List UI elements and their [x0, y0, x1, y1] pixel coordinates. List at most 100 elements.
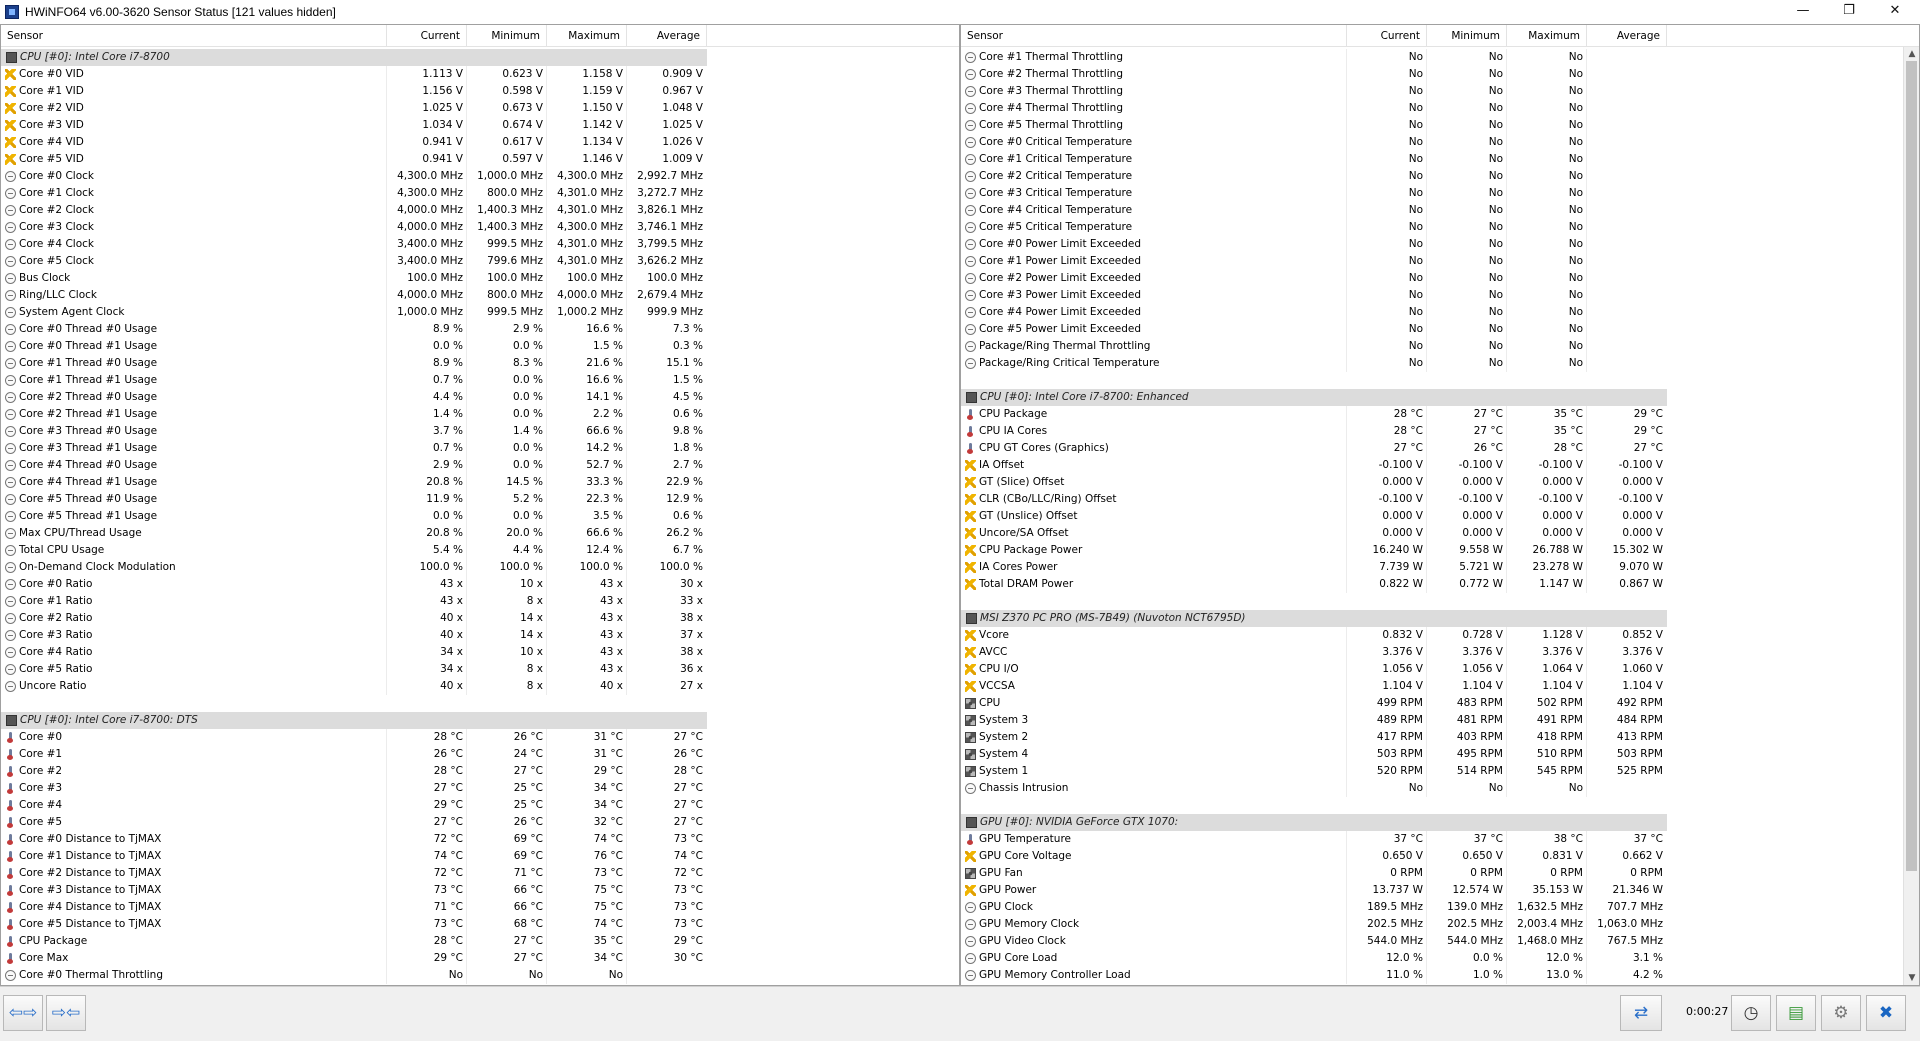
sensor-row[interactable]: Core #3 Power Limit Exceeded No No No — [961, 287, 1919, 304]
sensor-row[interactable]: Core #0 Power Limit Exceeded No No No — [961, 236, 1919, 253]
sensor-row[interactable]: Package/Ring Thermal Throttling No No No — [961, 338, 1919, 355]
sensor-row[interactable]: Core #1 Critical Temperature No No No — [961, 151, 1919, 168]
sensor-panel-left[interactable]: Sensor Current Minimum Maximum Average C… — [0, 24, 960, 986]
sensor-row[interactable]: Core #1 VID 1.156 V 0.598 V 1.159 V 0.967 V — [1, 83, 959, 100]
sensor-row[interactable]: GPU Core Load 12.0 % 0.0 % 12.0 % 3.1 % — [961, 950, 1919, 967]
sensor-row[interactable]: Core #2 Thermal Throttling No No No — [961, 66, 1919, 83]
sensor-row[interactable]: Core #4 29 °C 25 °C 34 °C 27 °C — [1, 797, 959, 814]
sensor-row[interactable]: System 2 417 RPM 403 RPM 418 RPM 413 RPM — [961, 729, 1919, 746]
column-minimum[interactable]: Minimum — [1427, 25, 1507, 47]
sensor-row[interactable]: On-Demand Clock Modulation 100.0 % 100.0 %… — [1, 559, 959, 576]
sensor-row[interactable]: GPU Memory Controller Load 11.0 % 1.0 % 13.… — [961, 967, 1919, 984]
sensor-row[interactable]: CPU Package 28 °C 27 °C 35 °C 29 °C — [1, 933, 959, 950]
sensor-row[interactable]: Core #0 Ratio 43 x 10 x 43 x 30 x — [1, 576, 959, 593]
sensor-row[interactable]: System 1 520 RPM 514 RPM 545 RPM 525 RPM — [961, 763, 1919, 780]
sensor-row[interactable]: Total CPU Usage 5.4 % 4.4 % 12.4 % 6.7 % — [1, 542, 959, 559]
sensor-row[interactable]: Chassis Intrusion No No No — [961, 780, 1919, 797]
clock-reset-button[interactable]: ◷ — [1731, 995, 1771, 1031]
sensor-row[interactable]: Core #3 Thread #1 Usage 0.7 % 0.0 % 14.2 % 1… — [1, 440, 959, 457]
sensor-row[interactable]: Core #0 28 °C 26 °C 31 °C 27 °C — [1, 729, 959, 746]
column-current[interactable]: Current — [387, 25, 467, 47]
sensor-row[interactable]: Core #2 Clock 4,000.0 MHz 1,400.3 MHz 4,301… — [1, 202, 959, 219]
sensor-row[interactable]: IA Cores Power 7.739 W 5.721 W 23.278 W 9.07… — [961, 559, 1919, 576]
sensor-row[interactable]: Core #2 Critical Temperature No No No — [961, 168, 1919, 185]
sensor-row[interactable]: GPU Fan 0 RPM 0 RPM 0 RPM 0 RPM — [961, 865, 1919, 882]
sensor-row[interactable]: Core #3 27 °C 25 °C 34 °C 27 °C — [1, 780, 959, 797]
sensor-row[interactable]: Core #1 Ratio 43 x 8 x 43 x 33 x — [1, 593, 959, 610]
scroll-down-arrow-icon[interactable]: ▼ — [1904, 971, 1919, 985]
sensor-row[interactable]: Core #1 Thermal Throttling No No No — [961, 49, 1919, 66]
sensor-row[interactable]: Core #5 Thread #1 Usage 0.0 % 0.0 % 3.5 % 0.… — [1, 508, 959, 525]
sensor-row[interactable]: Total DRAM Power 0.822 W 0.772 W 1.147 W 0.8… — [961, 576, 1919, 593]
sensor-group-header[interactable]: GPU [#0]: NVIDIA GeForce GTX 1070: — [961, 814, 1667, 831]
sensor-row[interactable]: System 4 503 RPM 495 RPM 510 RPM 503 RPM — [961, 746, 1919, 763]
sensor-row[interactable]: Package/Ring Critical Temperature No No No — [961, 355, 1919, 372]
sensor-row[interactable]: Core #4 Thermal Throttling No No No — [961, 100, 1919, 117]
sensor-row[interactable]: Core #4 VID 0.941 V 0.617 V 1.134 V 1.026 V — [1, 134, 959, 151]
sensor-row[interactable]: AVCC 3.376 V 3.376 V 3.376 V 3.376 V — [961, 644, 1919, 661]
sensor-row[interactable]: Vcore 0.832 V 0.728 V 1.128 V 0.852 V — [961, 627, 1919, 644]
sensor-row[interactable]: Core #0 Distance to TjMAX 72 °C 69 °C 74 °C… — [1, 831, 959, 848]
sensor-row[interactable]: GT (Slice) Offset 0.000 V 0.000 V 0.000 V 0.… — [961, 474, 1919, 491]
sensor-row[interactable]: Core #0 Thread #1 Usage 0.0 % 0.0 % 1.5 % 0.… — [1, 338, 959, 355]
sensor-row[interactable]: GPU Video Clock 544.0 MHz 544.0 MHz 1,468.0… — [961, 933, 1919, 950]
sensor-row[interactable]: CPU I/O 1.056 V 1.056 V 1.064 V 1.060 V — [961, 661, 1919, 678]
sensor-row[interactable]: Core #4 Thread #0 Usage 2.9 % 0.0 % 52.7 % 2… — [1, 457, 959, 474]
sensor-row[interactable]: Core #1 Thread #1 Usage 0.7 % 0.0 % 16.6 % 1… — [1, 372, 959, 389]
sensor-row[interactable]: Core #5 Power Limit Exceeded No No No — [961, 321, 1919, 338]
sensor-row[interactable]: Uncore/SA Offset 0.000 V 0.000 V 0.000 V 0.0… — [961, 525, 1919, 542]
column-sensor[interactable]: Sensor — [961, 25, 1347, 47]
sensor-row[interactable]: Core #1 Distance to TjMAX 74 °C 69 °C 76 °C… — [1, 848, 959, 865]
sensor-row[interactable]: Core #3 VID 1.034 V 0.674 V 1.142 V 1.025 V — [1, 117, 959, 134]
sensor-row[interactable]: Core #4 Thread #1 Usage 20.8 % 14.5 % 33.3 … — [1, 474, 959, 491]
sensor-row[interactable]: Core #3 Distance to TjMAX 73 °C 66 °C 75 °C… — [1, 882, 959, 899]
sensor-row[interactable]: GPU Power 13.737 W 12.574 W 35.153 W 21.346 … — [961, 882, 1919, 899]
sensor-row[interactable]: System Agent Clock 1,000.0 MHz 999.5 MHz 1,… — [1, 304, 959, 321]
sensor-row[interactable]: Core #1 Thread #0 Usage 8.9 % 8.3 % 21.6 % 1… — [1, 355, 959, 372]
sensor-row[interactable]: Core #3 Critical Temperature No No No — [961, 185, 1919, 202]
sensor-row[interactable]: Core #5 VID 0.941 V 0.597 V 1.146 V 1.009 V — [1, 151, 959, 168]
sensor-row[interactable]: CPU 499 RPM 483 RPM 502 RPM 492 RPM — [961, 695, 1919, 712]
sensor-row[interactable]: Core #0 VID 1.113 V 0.623 V 1.158 V 0.909 V — [1, 66, 959, 83]
minimize-button[interactable]: — — [1780, 0, 1826, 23]
sensor-row[interactable]: Core #5 Clock 3,400.0 MHz 799.6 MHz 4,301.0… — [1, 253, 959, 270]
sensor-row[interactable]: CPU Package 28 °C 27 °C 35 °C 29 °C — [961, 406, 1919, 423]
sensor-group-header[interactable]: MSI Z370 PC PRO (MS-7B49) (Nuvoton NCT67… — [961, 610, 1667, 627]
sensor-row[interactable]: Core #0 Clock 4,300.0 MHz 1,000.0 MHz 4,300… — [1, 168, 959, 185]
sensor-row[interactable]: Core #5 Distance to TjMAX 73 °C 68 °C 74 °C… — [1, 916, 959, 933]
expand-columns-button[interactable]: ⇦⇨ — [3, 995, 43, 1031]
sensor-row[interactable]: VCCSA 1.104 V 1.104 V 1.104 V 1.104 V — [961, 678, 1919, 695]
column-current[interactable]: Current — [1347, 25, 1427, 47]
sensor-row[interactable]: Core #3 Clock 4,000.0 MHz 1,400.3 MHz 4,300… — [1, 219, 959, 236]
sensor-group-header[interactable]: CPU [#0]: Intel Core i7-8700 — [1, 49, 707, 66]
exit-button[interactable]: ✖ — [1866, 995, 1906, 1031]
sensor-row[interactable]: Core #3 Ratio 40 x 14 x 43 x 37 x — [1, 627, 959, 644]
column-maximum[interactable]: Maximum — [1507, 25, 1587, 47]
close-button[interactable]: ✕ — [1872, 0, 1918, 23]
collapse-columns-button[interactable]: ⇨⇦ — [46, 995, 86, 1031]
sensor-row[interactable]: Core Max 29 °C 27 °C 34 °C 30 °C — [1, 950, 959, 967]
sensor-row[interactable]: Core #1 26 °C 24 °C 31 °C 26 °C — [1, 746, 959, 763]
sensor-row[interactable]: Core #5 27 °C 26 °C 32 °C 27 °C — [1, 814, 959, 831]
sensor-row[interactable]: GPU Temperature 37 °C 37 °C 38 °C 37 °C — [961, 831, 1919, 848]
sensor-row[interactable]: Core #3 Thread #0 Usage 3.7 % 1.4 % 66.6 % 9… — [1, 423, 959, 440]
sensor-row[interactable]: Core #3 Thermal Throttling No No No — [961, 83, 1919, 100]
sensor-row[interactable]: CPU Package Power 16.240 W 9.558 W 26.788 W… — [961, 542, 1919, 559]
sensor-row[interactable]: CLR (CBo/LLC/Ring) Offset -0.100 V -0.100 … — [961, 491, 1919, 508]
sensor-row[interactable]: Core #2 Power Limit Exceeded No No No — [961, 270, 1919, 287]
restore-button[interactable]: ❐ — [1826, 0, 1872, 23]
sensor-row[interactable]: Uncore Ratio 40 x 8 x 40 x 27 x — [1, 678, 959, 695]
sensor-row[interactable]: GPU Memory Clock 202.5 MHz 202.5 MHz 2,003.… — [961, 916, 1919, 933]
column-maximum[interactable]: Maximum — [547, 25, 627, 47]
sensor-row[interactable]: Core #4 Distance to TjMAX 71 °C 66 °C 75 °C… — [1, 899, 959, 916]
sensor-row[interactable]: Core #2 Thread #0 Usage 4.4 % 0.0 % 14.1 % 4… — [1, 389, 959, 406]
sensor-row[interactable]: Core #0 Critical Temperature No No No — [961, 134, 1919, 151]
network-button[interactable]: ⇄ — [1620, 995, 1662, 1031]
sensor-row[interactable]: Core #4 Power Limit Exceeded No No No — [961, 304, 1919, 321]
sensor-row[interactable]: GT (Unslice) Offset 0.000 V 0.000 V 0.000 V… — [961, 508, 1919, 525]
sensor-row[interactable]: CPU GT Cores (Graphics) 27 °C 26 °C 28 °C 27… — [961, 440, 1919, 457]
sensor-row[interactable]: Max CPU/Thread Usage 20.8 % 20.0 % 66.6 % 26… — [1, 525, 959, 542]
vertical-scrollbar[interactable]: ▲ ▼ — [1903, 47, 1919, 985]
sensor-row[interactable]: Core #0 Thermal Throttling No No No — [1, 967, 959, 984]
sensor-row[interactable]: Core #4 Clock 3,400.0 MHz 999.5 MHz 4,301.0… — [1, 236, 959, 253]
